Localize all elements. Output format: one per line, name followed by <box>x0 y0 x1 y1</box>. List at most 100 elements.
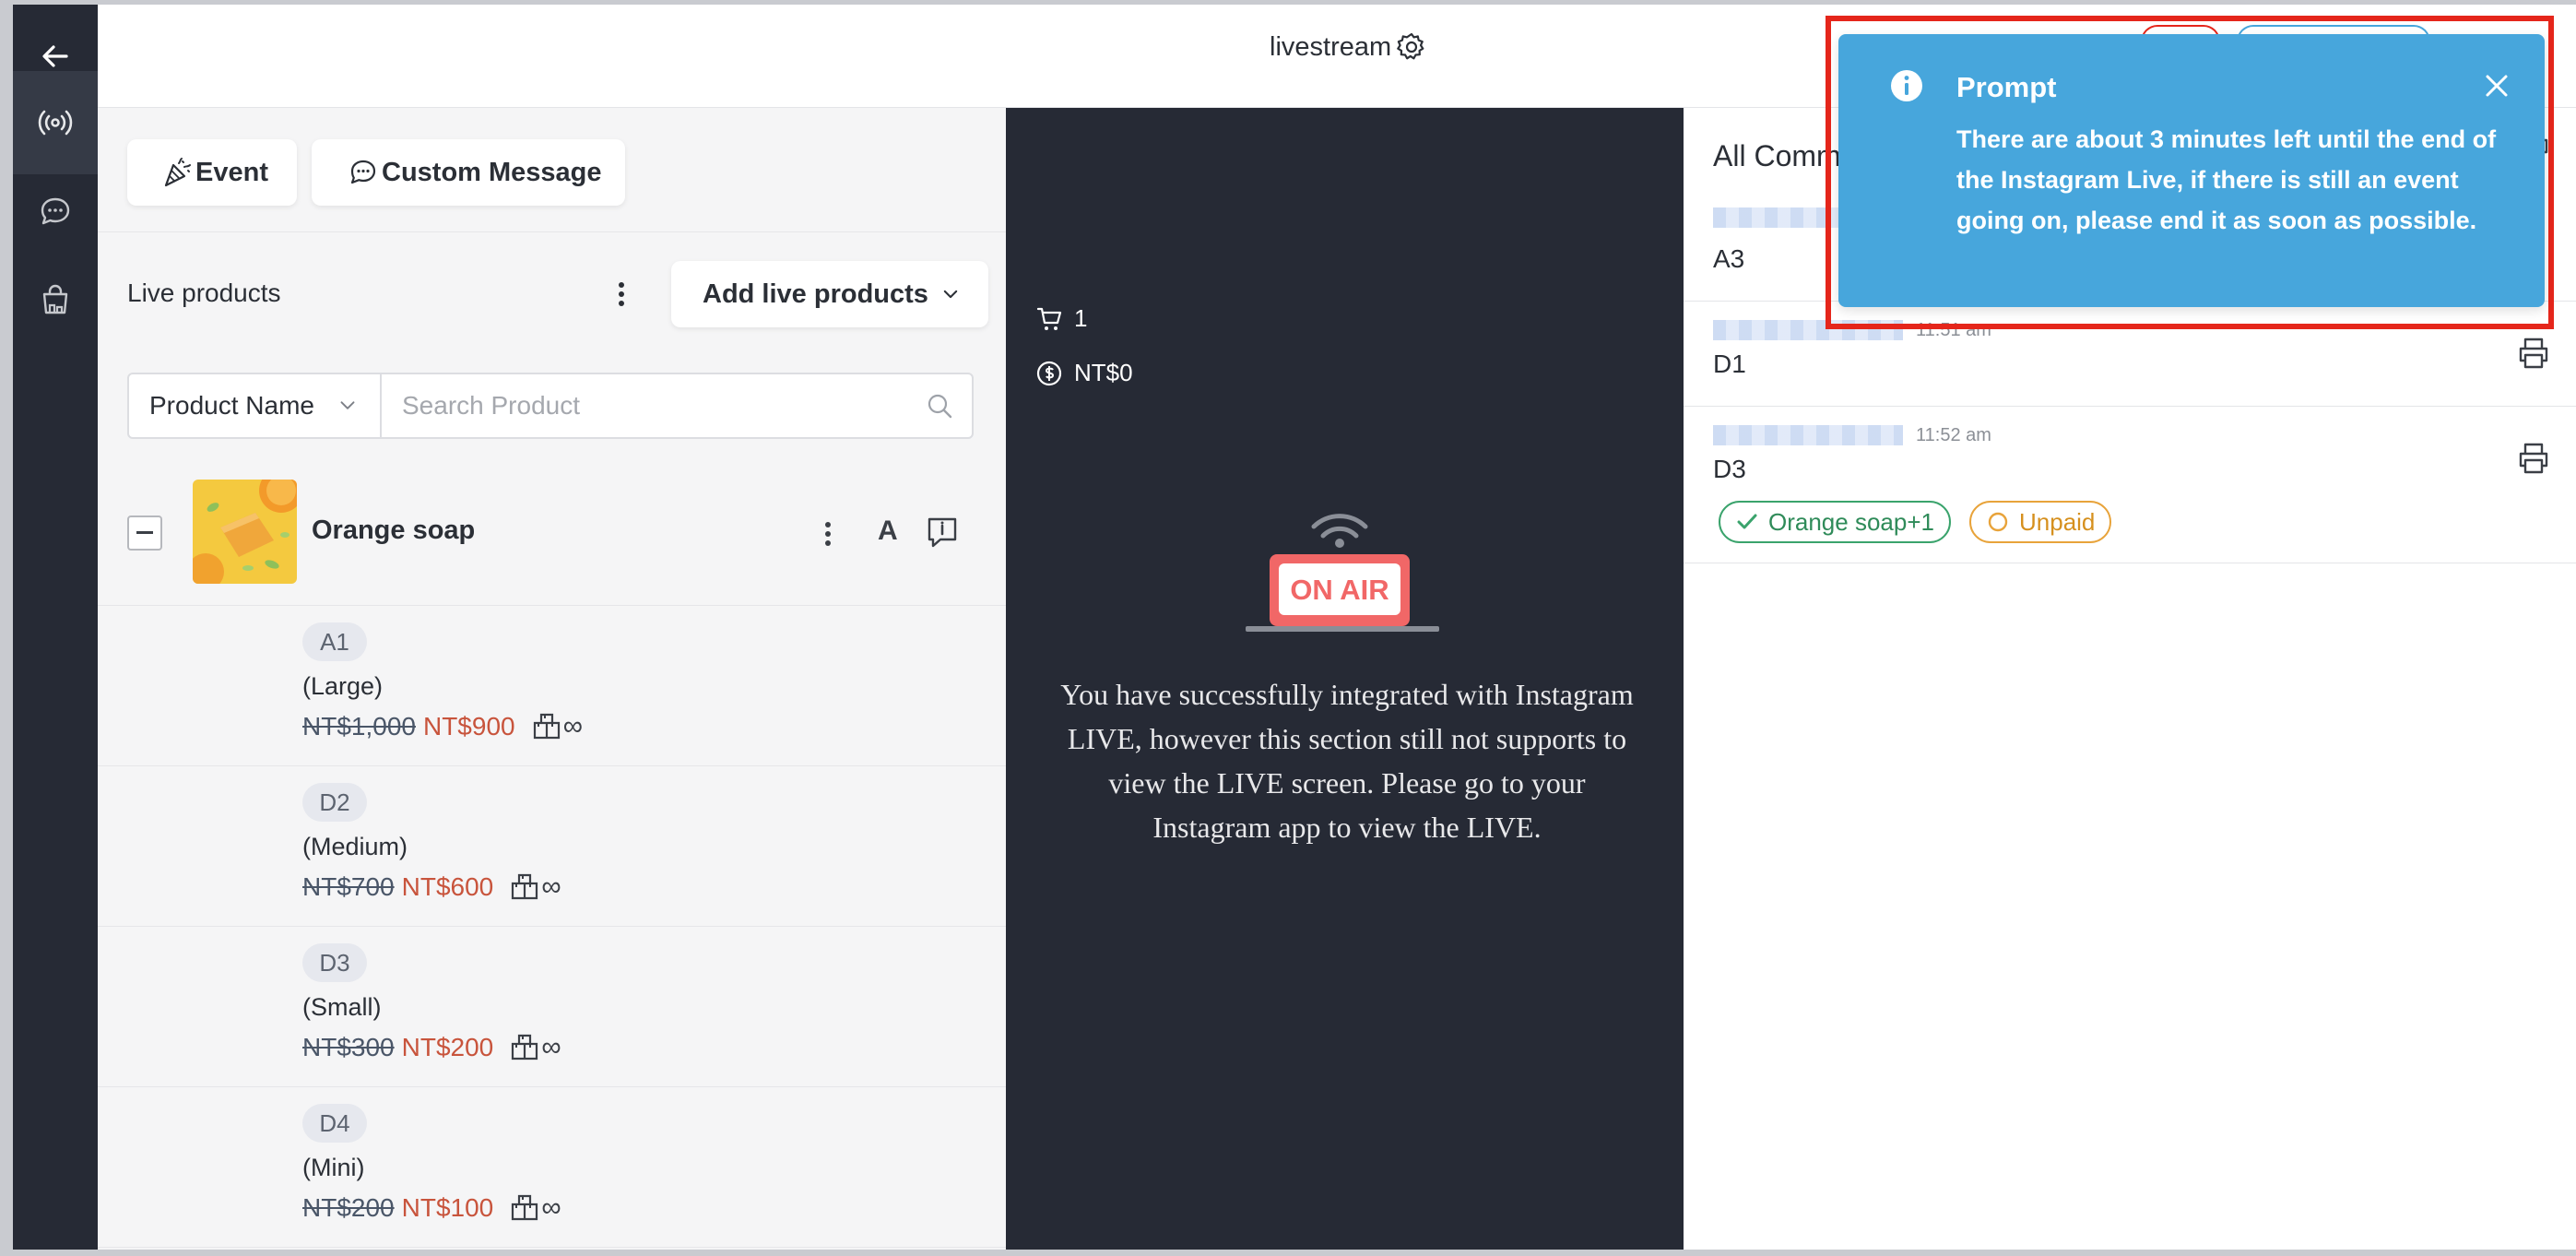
close-icon[interactable] <box>2482 71 2511 101</box>
revenue-stat: NT$0 <box>1035 359 1133 387</box>
variant-price: NT$700 NT$600 ∞ <box>302 871 561 903</box>
arrow-left-icon <box>42 45 68 67</box>
order-product-label: Orange soap+1 <box>1768 507 1934 536</box>
printer-icon[interactable] <box>2515 335 2552 372</box>
chevron-down-icon <box>340 401 355 409</box>
inventory-boxes-icon <box>533 713 560 740</box>
variant-stock: ∞ <box>510 871 561 903</box>
inventory-boxes-icon <box>512 1194 538 1221</box>
custom-message-button[interactable]: Custom Message <box>312 139 625 206</box>
add-live-products-label: Add live products <box>703 278 928 309</box>
cart-count-stat: 1 <box>1035 304 1087 333</box>
event-button[interactable]: Event <box>127 139 297 206</box>
shopping-bag-icon <box>42 284 68 314</box>
page-title: livestream <box>1270 30 1428 64</box>
info-icon <box>1891 70 1922 101</box>
variant-row[interactable]: D3 (Small) NT$300 NT$200 ∞ <box>98 927 1006 1087</box>
search-filter-select[interactable]: Product Name <box>129 374 382 437</box>
variant-price: NT$1,000 NT$900 ∞ <box>302 711 583 742</box>
comments-title[interactable]: All Comm <box>1713 139 1841 173</box>
live-products-label: Live products <box>127 278 281 307</box>
payment-status-label: Unpaid <box>2019 507 2096 536</box>
variant-price: NT$300 NT$200 ∞ <box>302 1032 561 1063</box>
prompt-message: There are about 3 minutes left until the… <box>1956 125 2497 234</box>
printer-icon[interactable] <box>2515 440 2552 477</box>
add-live-products-button[interactable]: Add live products <box>671 261 988 327</box>
dollar-coin-icon <box>1036 361 1062 385</box>
variant-stock: ∞ <box>510 1032 561 1063</box>
event-button-label: Event <box>195 157 268 187</box>
variant-row[interactable]: D4 (Mini) NT$200 NT$100 ∞ <box>98 1087 1006 1248</box>
product-row: Orange soap A <box>98 468 1006 606</box>
variant-size: (Large) <box>302 672 384 700</box>
variant-stock-value: ∞ <box>541 871 561 902</box>
on-air-label: ON AIR <box>1290 574 1388 606</box>
variant-code: D3 <box>302 943 367 982</box>
live-info-message: You have successfully integrated with In… <box>1060 678 1634 844</box>
sidebar-item-products[interactable] <box>13 248 98 351</box>
app-window: livestream Event Custom Message Live pro… <box>13 5 2576 1250</box>
search-filter-value: Product Name <box>149 391 314 420</box>
collapse-toggle[interactable] <box>127 515 162 551</box>
circle-icon <box>1988 512 2008 532</box>
variant-size: (Mini) <box>302 1154 365 1181</box>
variant-stock-value: ∞ <box>541 1192 561 1223</box>
variant-code: D2 <box>302 783 367 822</box>
order-product-tag[interactable]: Orange soap+1 <box>1719 501 1951 543</box>
search-button[interactable] <box>907 374 972 437</box>
chat-bubble-icon <box>350 160 376 184</box>
comment-time: 11:52 am <box>1916 425 1991 445</box>
comment-text: D3 <box>1713 455 1746 483</box>
comment-username-redacted <box>1713 425 1903 445</box>
chat-bubble-icon <box>41 197 70 225</box>
more-vertical-icon[interactable] <box>610 278 632 311</box>
variant-new-price: NT$600 <box>401 872 494 901</box>
variant-old-price: NT$300 <box>302 1033 395 1061</box>
product-thumbnail <box>193 480 297 584</box>
page-title-text: livestream <box>1270 31 1392 62</box>
broadcast-icon <box>38 110 73 136</box>
divider <box>98 231 1006 232</box>
products-panel: Event Custom Message Live products Add l… <box>98 108 1007 1250</box>
variant-code: A1 <box>302 622 367 661</box>
revenue-value: NT$0 <box>1074 359 1133 386</box>
check-icon <box>1737 514 1757 529</box>
variant-row[interactable]: D2 (Medium) NT$700 NT$600 ∞ <box>98 766 1006 927</box>
cart-icon <box>1036 307 1062 330</box>
party-popper-icon <box>164 158 191 187</box>
cart-count-value: 1 <box>1074 304 1088 332</box>
variant-new-price: NT$900 <box>422 712 515 741</box>
variant-code: D4 <box>302 1104 367 1143</box>
gear-icon[interactable] <box>1395 30 1428 64</box>
sidebar-rail <box>13 5 98 1250</box>
comment-text: A3 <box>1713 244 1745 273</box>
product-search-bar: Product Name <box>127 373 974 439</box>
payment-status-tag[interactable]: Unpaid <box>1969 501 2112 543</box>
on-air-illustration: ON AIR <box>1246 514 1439 632</box>
more-vertical-icon[interactable] <box>817 517 839 551</box>
variant-size: (Small) <box>302 993 382 1021</box>
product-name: Orange soap <box>312 515 476 545</box>
comment-text: D1 <box>1713 350 1746 378</box>
variant-new-price: NT$200 <box>401 1033 494 1061</box>
comment-item[interactable]: 11:52 am D3 Orange soap+1 Unpaid <box>1684 407 2576 563</box>
inventory-boxes-icon <box>512 1034 538 1060</box>
comment-info-icon[interactable] <box>924 514 961 551</box>
variant-old-price: NT$700 <box>302 872 395 901</box>
search-input[interactable] <box>382 374 907 437</box>
inventory-boxes-icon <box>512 873 538 900</box>
variant-price: NT$200 NT$100 ∞ <box>302 1192 561 1224</box>
variant-new-price: NT$100 <box>401 1193 494 1222</box>
chevron-down-icon <box>943 290 958 299</box>
variant-size: (Medium) <box>302 833 408 860</box>
prompt-notification: Prompt There are about 3 minutes left un… <box>1838 34 2545 307</box>
variant-old-price: NT$1,000 <box>302 712 416 741</box>
variant-row[interactable]: A1 (Large) NT$1,000 NT$900 ∞ <box>98 606 1006 766</box>
variant-stock-value: ∞ <box>541 1032 561 1062</box>
variant-stock: ∞ <box>532 711 583 742</box>
custom-message-button-label: Custom Message <box>382 157 602 187</box>
prompt-title: Prompt <box>1956 71 2057 103</box>
variant-stock-value: ∞ <box>562 711 583 741</box>
product-letter-badge[interactable]: A <box>878 515 898 547</box>
live-view-panel: 1 NT$0 ON AIR You have successfully inte… <box>1006 108 1684 1250</box>
